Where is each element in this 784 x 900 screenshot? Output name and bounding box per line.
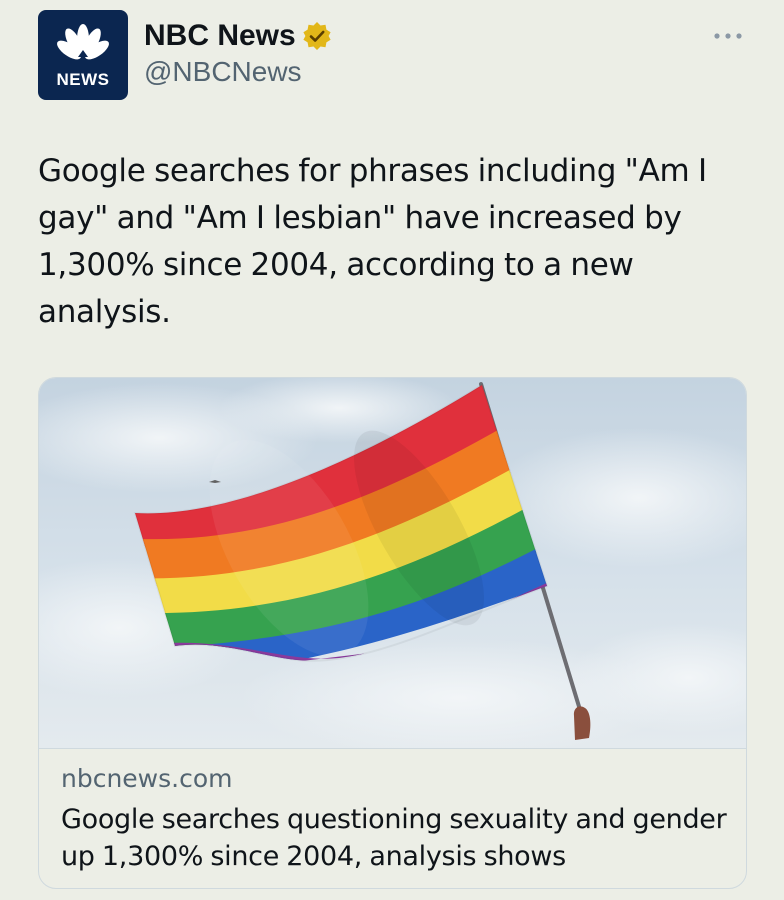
more-options-button[interactable] [708, 24, 748, 48]
card-divider [39, 748, 746, 749]
link-card[interactable]: nbcnews.com Google searches questioning … [38, 377, 747, 889]
author-handle[interactable]: @NBCNews [144, 56, 302, 88]
avatar[interactable]: NEWS [38, 10, 128, 100]
tweet-text: Google searches for phrases including "A… [38, 153, 707, 330]
tweet[interactable]: NEWS NBC News @NBCNews Google searches f… [0, 0, 784, 900]
verified-badge-icon[interactable] [302, 21, 332, 51]
author-name-row[interactable]: NBC News [144, 16, 332, 56]
avatar-label: NEWS [56, 70, 110, 89]
card-title[interactable]: Google searches questioning sexuality an… [61, 801, 731, 875]
card-domain: nbcnews.com [61, 764, 233, 793]
card-image[interactable] [39, 378, 746, 748]
more-horizontal-icon [714, 33, 742, 39]
display-name[interactable]: NBC News [144, 19, 296, 53]
rainbow-flag-image [39, 378, 746, 748]
